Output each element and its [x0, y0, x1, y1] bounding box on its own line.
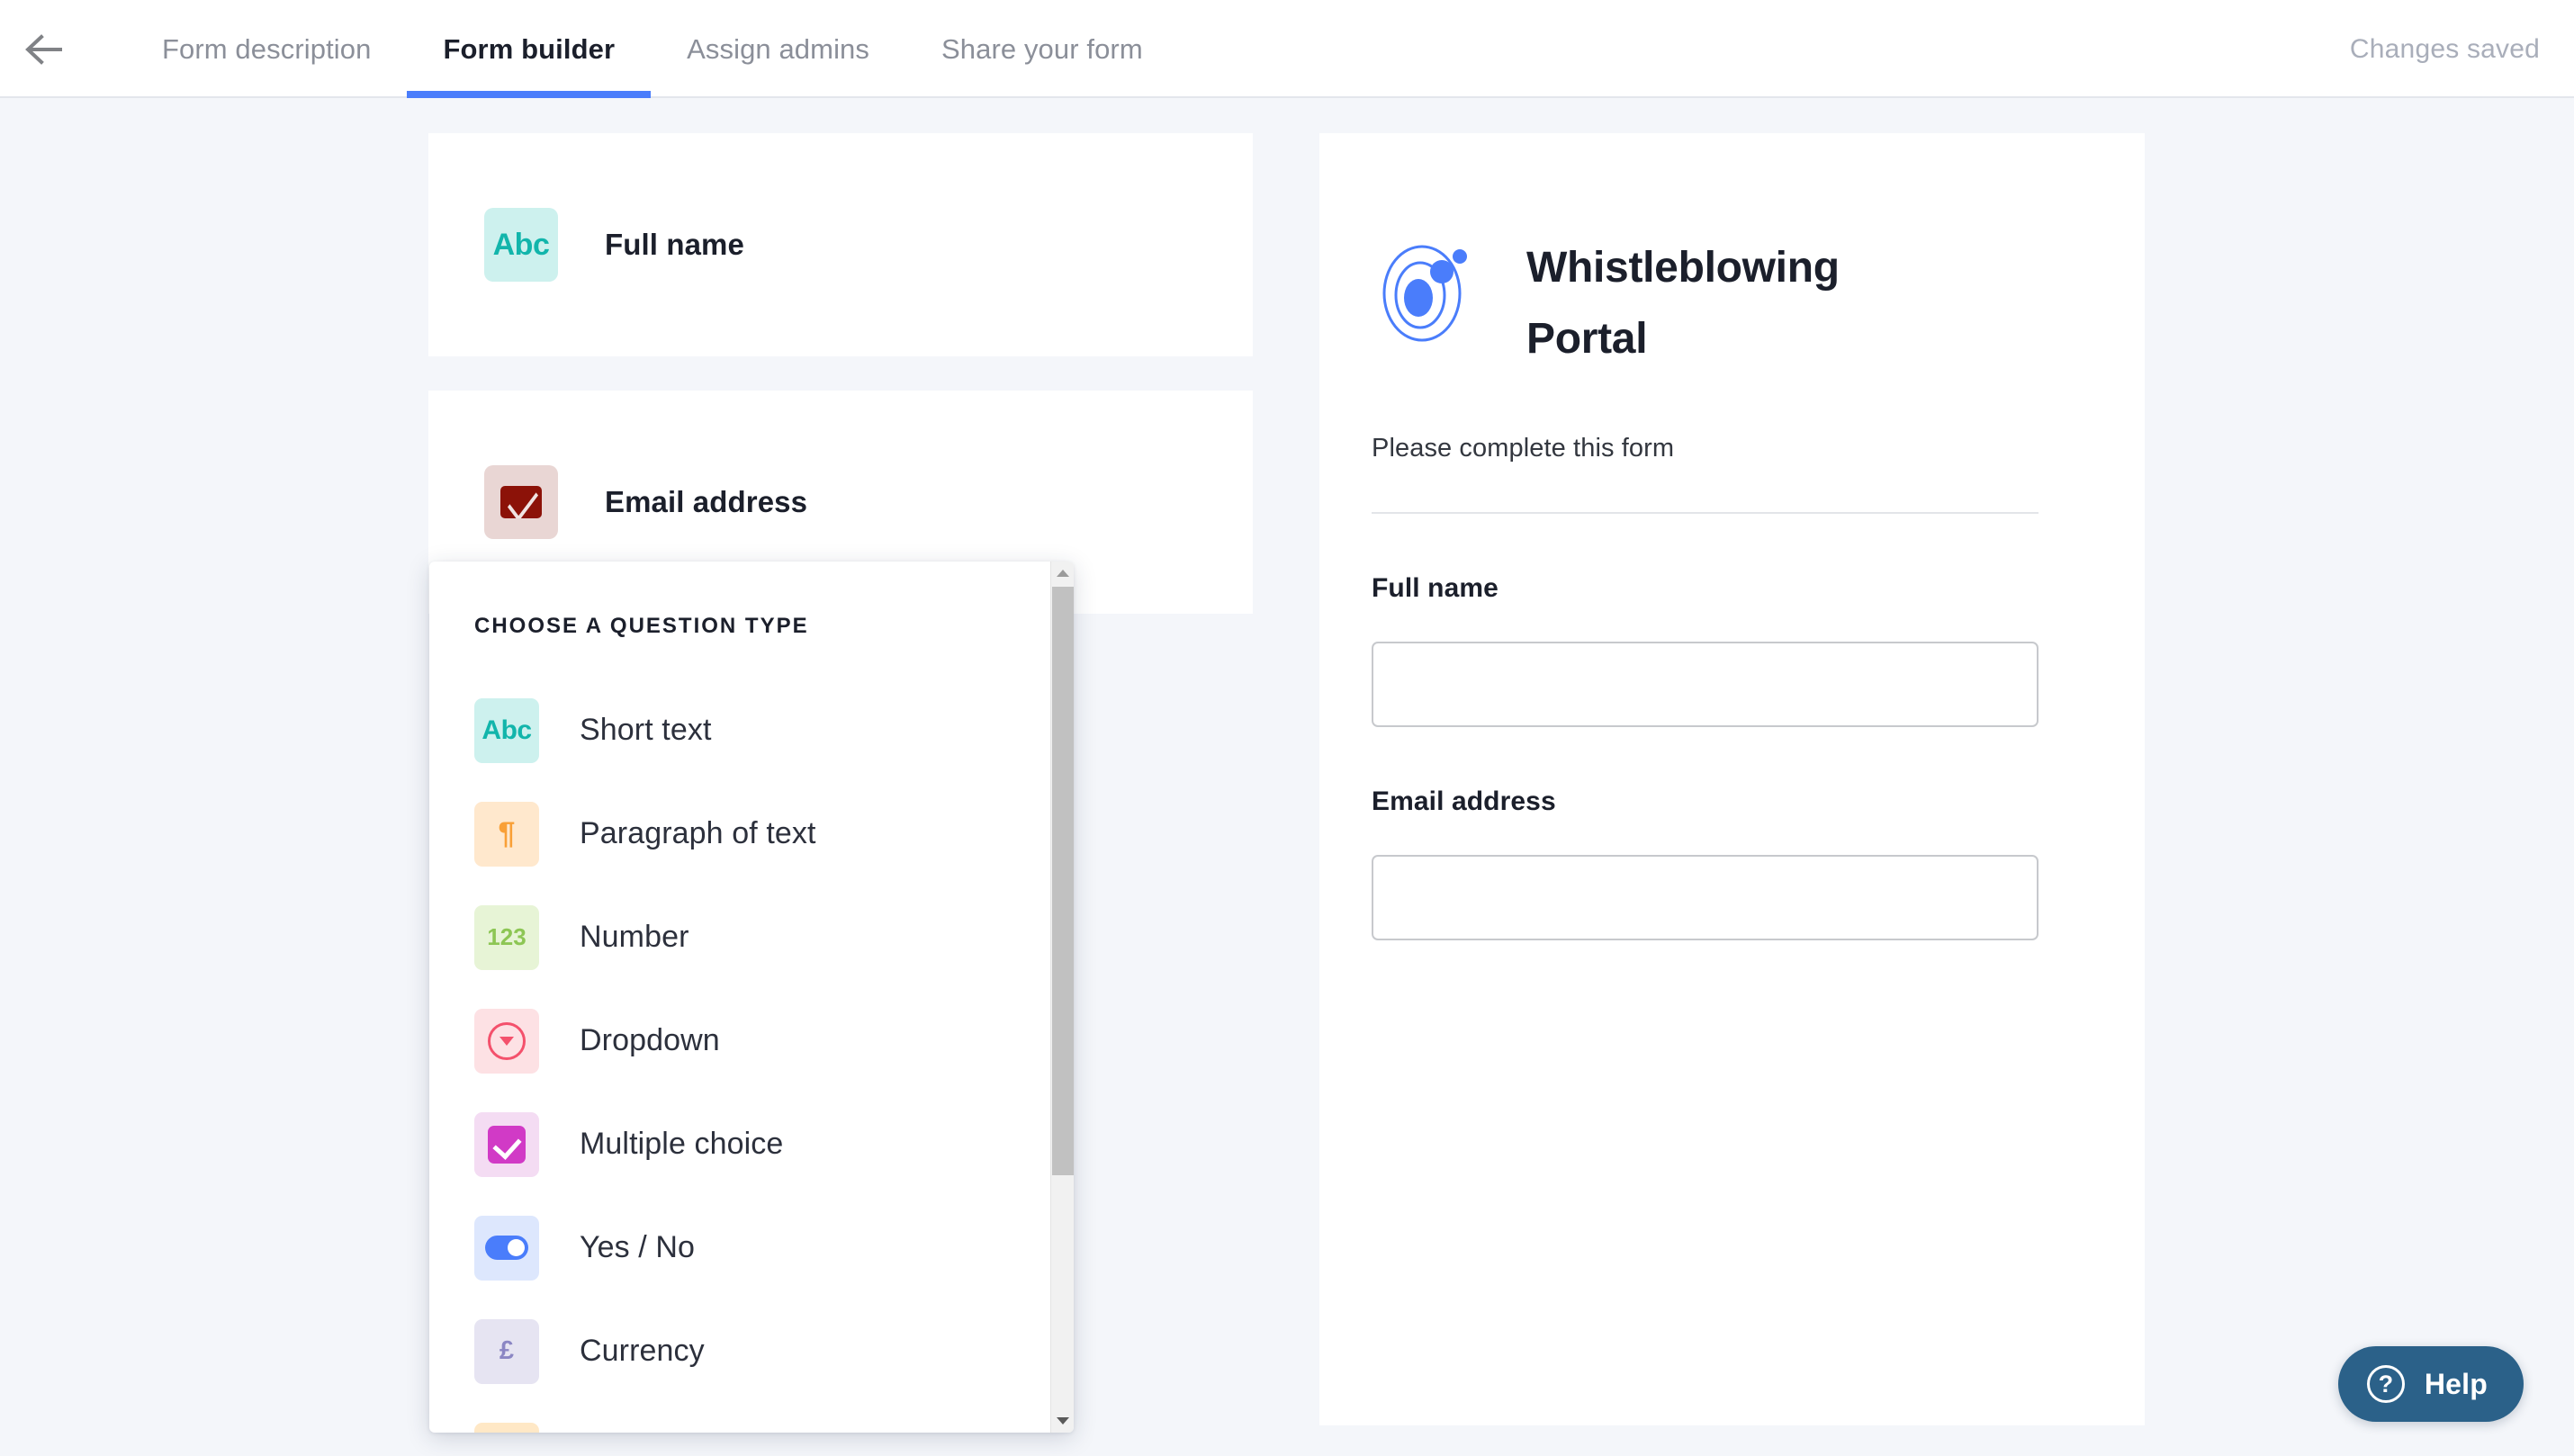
- abc-icon-text: Abc: [492, 227, 550, 262]
- tab-bar: Form description Form builder Assign adm…: [126, 0, 1179, 98]
- tab-label: Share your form: [941, 32, 1143, 65]
- save-status-text: Changes saved: [2349, 33, 2540, 64]
- question-type-option-yes-no[interactable]: Yes / No: [454, 1196, 1050, 1299]
- arrow-left-icon: [24, 32, 66, 67]
- tab-label: Form builder: [443, 32, 616, 65]
- abc-icon: Abc: [484, 208, 558, 282]
- help-button[interactable]: ? Help: [2337, 1346, 2524, 1422]
- back-button[interactable]: [20, 27, 70, 72]
- question-type-option-label: Dropdown: [580, 1023, 720, 1057]
- toggle-switch-icon: [474, 1215, 539, 1281]
- question-type-option-label: Paragraph of text: [580, 816, 816, 850]
- question-type-option-currency[interactable]: £ Currency: [454, 1299, 1050, 1403]
- top-bar: Form description Form builder Assign adm…: [0, 0, 2574, 98]
- question-card-label: Full name: [605, 228, 744, 261]
- tab-label: Assign admins: [687, 32, 870, 65]
- checkbox-icon: [474, 1111, 539, 1177]
- field-label: Full name: [1372, 573, 1498, 604]
- question-card-label: Email address: [605, 485, 808, 518]
- preview-field-email-address: Email address: [1372, 786, 2038, 941]
- divider: [1372, 512, 2038, 515]
- question-type-option-label: Short text: [580, 713, 712, 747]
- scrollbar-thumb[interactable]: [1052, 587, 1074, 1175]
- calendar-icon: [474, 1422, 539, 1433]
- form-subtitle: Please complete this form: [1372, 434, 1675, 463]
- question-type-option-label: Currency: [580, 1334, 705, 1368]
- question-type-option-date[interactable]: Date: [454, 1403, 1050, 1433]
- pilcrow-icon-text: ¶: [498, 816, 516, 850]
- pilcrow-icon: ¶: [474, 801, 539, 867]
- pound-sterling-icon-text: £: [499, 1336, 515, 1365]
- tab-form-builder[interactable]: Form builder: [407, 0, 651, 98]
- question-type-dropdown[interactable]: CHOOSE A QUESTION TYPE Abc Short text ¶ …: [429, 562, 1074, 1433]
- question-type-option-dropdown[interactable]: Dropdown: [454, 989, 1050, 1092]
- email-address-input[interactable]: [1372, 855, 2038, 941]
- caret-down-icon[interactable]: [1051, 1409, 1074, 1433]
- tab-form-description[interactable]: Form description: [126, 0, 407, 98]
- abc-icon-text: Abc: [482, 715, 532, 745]
- question-card-full-name[interactable]: Abc Full name: [428, 133, 1253, 356]
- dropdown-circle-icon: [474, 1008, 539, 1074]
- preview-field-full-name: Full name: [1372, 573, 2038, 728]
- question-type-heading: CHOOSE A QUESTION TYPE: [474, 614, 809, 638]
- envelope-icon: [484, 465, 558, 539]
- help-button-label: Help: [2424, 1367, 2488, 1400]
- caret-up-icon[interactable]: [1051, 562, 1074, 585]
- tab-share-your-form[interactable]: Share your form: [905, 0, 1179, 98]
- question-mark-circle-icon: ?: [2366, 1365, 2405, 1403]
- abc-icon: Abc: [474, 697, 539, 763]
- number-123-icon-text: 123: [487, 923, 526, 950]
- form-preview-panel: Whistleblowing Portal Please complete th…: [1319, 133, 2145, 1425]
- question-mark-glyph: ?: [2378, 1370, 2394, 1398]
- tab-assign-admins[interactable]: Assign admins: [651, 0, 905, 98]
- question-type-option-label: Yes / No: [580, 1230, 696, 1264]
- field-label: Email address: [1372, 786, 1556, 817]
- orbit-atom-logo: [1372, 238, 1480, 346]
- question-type-list: CHOOSE A QUESTION TYPE Abc Short text ¶ …: [429, 562, 1050, 1433]
- form-branding: Whistleblowing Portal: [1372, 232, 2038, 374]
- question-type-option-label: Number: [580, 920, 689, 954]
- question-type-option-label: Multiple choice: [580, 1127, 784, 1161]
- question-type-option-paragraph-of-text[interactable]: ¶ Paragraph of text: [454, 782, 1050, 885]
- question-type-option-number[interactable]: 123 Number: [454, 885, 1050, 989]
- full-name-input[interactable]: [1372, 642, 2038, 728]
- dropdown-scrollbar[interactable]: [1050, 562, 1074, 1433]
- form-title: Whistleblowing Portal: [1526, 244, 1840, 364]
- tab-label: Form description: [162, 32, 372, 65]
- question-type-option-multiple-choice[interactable]: Multiple choice: [454, 1092, 1050, 1196]
- pound-sterling-icon: £: [474, 1318, 539, 1384]
- question-type-option-short-text[interactable]: Abc Short text: [454, 679, 1050, 782]
- number-123-icon: 123: [474, 904, 539, 970]
